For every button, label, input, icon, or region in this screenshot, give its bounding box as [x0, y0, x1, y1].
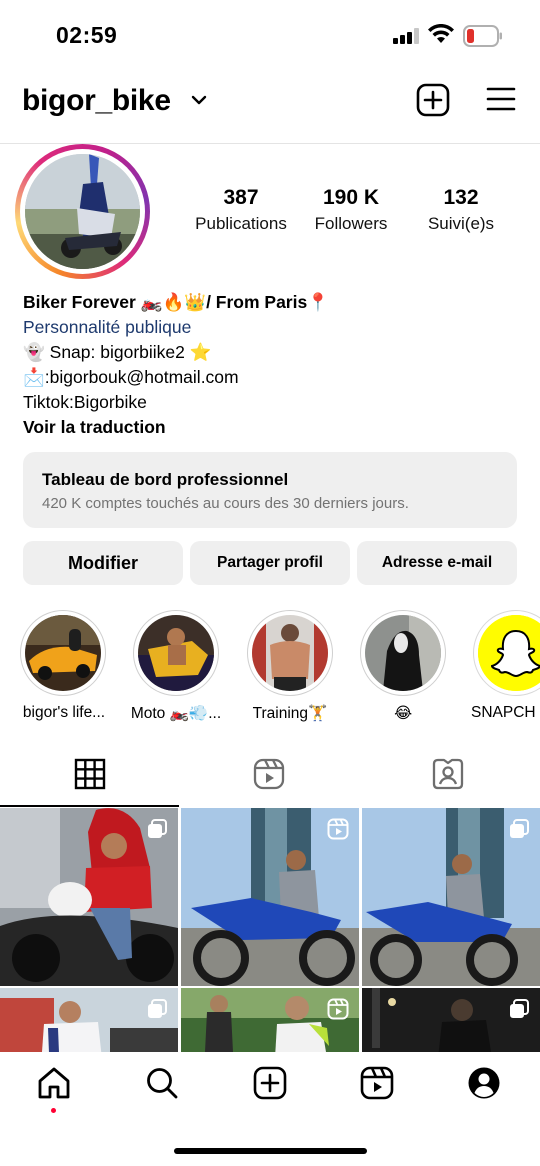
see-translation-link[interactable]: Voir la traduction — [23, 415, 523, 440]
stat-following-label: Suivi(e)s — [427, 214, 495, 233]
chevron-down-icon[interactable] — [191, 95, 207, 105]
highlight-life[interactable] — [20, 610, 106, 696]
reels-icon[interactable] — [360, 1066, 394, 1100]
stat-following[interactable]: 132 Suivi(e)s — [401, 186, 521, 234]
highlight-life-label: bigor's life... — [22, 704, 106, 721]
tagged-tab-icon[interactable] — [432, 758, 464, 790]
grid-post[interactable] — [181, 808, 359, 986]
carousel-icon — [510, 819, 529, 838]
profile-header: bigor_bike — [0, 74, 540, 130]
battery-icon — [463, 25, 502, 47]
reels-tab-icon[interactable] — [253, 758, 285, 790]
highlight-moto[interactable] — [133, 610, 219, 696]
create-icon[interactable] — [253, 1066, 287, 1100]
home-icon[interactable] — [37, 1066, 71, 1100]
home-indicator — [174, 1148, 367, 1154]
search-icon[interactable] — [145, 1066, 179, 1100]
stat-posts-value: 387 — [223, 186, 259, 209]
carousel-icon — [148, 819, 167, 838]
stat-posts[interactable]: 387 Publications — [181, 186, 301, 234]
highlight-life-image — [25, 615, 101, 691]
status-bar: 02:59 — [0, 0, 540, 70]
profile-avatar[interactable] — [15, 144, 150, 279]
bio-name-line: Biker Forever 🏍️🔥👑/ From Paris📍 — [23, 292, 330, 312]
status-time: 02:59 — [56, 22, 118, 48]
bio-email-line: 📩:bigorbouk@hotmail.com — [23, 367, 239, 387]
highlight-funny-image — [365, 615, 441, 691]
highlight-moto-image — [138, 615, 214, 691]
grid-post[interactable] — [0, 808, 178, 986]
reel-icon — [327, 998, 349, 1020]
create-post-icon[interactable] — [416, 83, 450, 117]
cellular-signal-icon — [393, 28, 419, 44]
professional-dashboard-card[interactable]: Tableau de bord professionnel 420 K comp… — [23, 452, 517, 528]
highlight-funny-label: 😂 — [393, 705, 413, 722]
avatar-photo — [25, 154, 140, 269]
reel-icon — [327, 818, 349, 840]
bio-snap-line: 👻 Snap: bigorbiike2 ⭐ — [23, 342, 212, 362]
stat-followers-value: 190 K — [322, 186, 380, 209]
account-username[interactable]: bigor_bike — [22, 84, 171, 118]
stat-followers-label: Followers — [314, 214, 388, 233]
notification-dot — [51, 1108, 56, 1113]
highlight-snapchat[interactable] — [473, 610, 540, 696]
stat-followers[interactable]: 190 K Followers — [291, 186, 411, 234]
stat-posts-label: Publications — [195, 214, 287, 233]
bio-tiktok-line: Tiktok:Bigorbike — [23, 392, 147, 412]
highlight-training[interactable] — [247, 610, 333, 696]
edit-profile-button[interactable]: Modifier — [23, 541, 183, 585]
email-button[interactable]: Adresse e-mail — [357, 541, 517, 585]
hamburger-menu-icon[interactable] — [486, 86, 516, 112]
highlight-moto-label: Moto 🏍️💨... — [130, 705, 222, 722]
profile-bio: Biker Forever 🏍️🔥👑/ From Paris📍 Personna… — [23, 290, 523, 440]
dashboard-title: Tableau de bord professionnel — [42, 470, 289, 489]
carousel-icon — [148, 999, 167, 1018]
grid-tab-icon[interactable] — [74, 758, 106, 790]
highlight-funny[interactable] — [360, 610, 446, 696]
active-tab-indicator — [0, 805, 179, 807]
highlight-snapchat-label: SNAPCH — [471, 704, 536, 721]
bio-category[interactable]: Personnalité publique — [23, 315, 523, 340]
carousel-icon — [510, 999, 529, 1018]
stat-following-value: 132 — [443, 186, 479, 209]
highlight-training-image — [252, 615, 328, 691]
wifi-icon — [428, 24, 454, 43]
share-profile-button[interactable]: Partager profil — [190, 541, 350, 585]
highlight-training-label: Training🏋️ — [252, 705, 328, 722]
profile-icon[interactable] — [467, 1066, 501, 1100]
grid-post[interactable] — [362, 808, 540, 986]
dashboard-subtitle: 420 K comptes touchés au cours des 30 de… — [42, 495, 409, 512]
